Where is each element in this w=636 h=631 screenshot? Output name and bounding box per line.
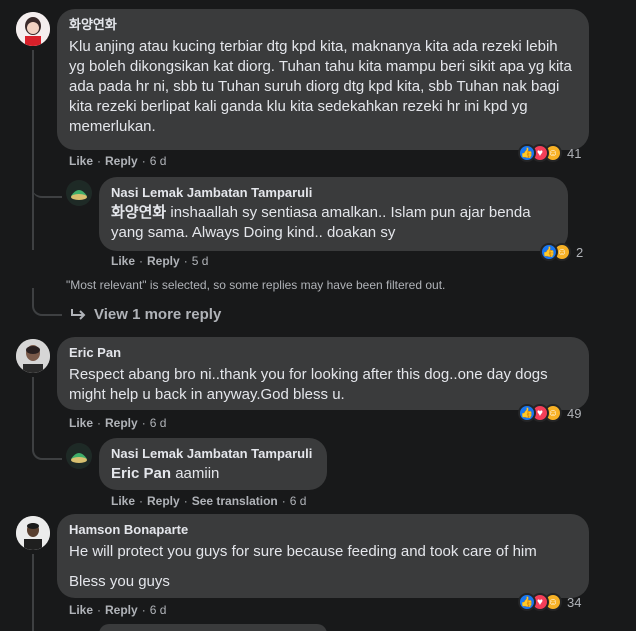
comment-text-line: He will protect you guys for sure becaus…	[69, 543, 537, 560]
comment-author[interactable]: Eric Pan	[69, 345, 577, 361]
separator: ·	[183, 494, 188, 508]
separator: ·	[97, 416, 102, 430]
thread-line	[32, 554, 34, 631]
like-button[interactable]: Like	[111, 254, 135, 268]
reply-author[interactable]: Nasi Lemak Jambatan Tamparuli	[111, 185, 556, 201]
reply-actions: Like · Reply · See translation · 6 d	[111, 494, 306, 508]
avatar-image	[66, 443, 92, 469]
reply-button[interactable]: Reply	[147, 254, 180, 268]
reply-text: Eric Pan aamiin	[111, 464, 315, 484]
reply-actions: Like · Reply · 5 d	[111, 254, 208, 268]
separator: ·	[139, 494, 144, 508]
like-reaction-icon: 👍	[518, 144, 536, 162]
thread-line	[32, 50, 34, 250]
thread-connector	[32, 178, 62, 198]
avatar[interactable]	[16, 339, 50, 373]
separator: ·	[141, 416, 146, 430]
separator: ·	[141, 154, 146, 168]
comment-actions: Like · Reply · 6 d	[69, 154, 166, 168]
comment-actions: Like · Reply · 6 d	[69, 603, 166, 617]
comment-text-line: Bless you guys	[69, 573, 170, 590]
reaction-count: 49	[567, 405, 582, 421]
reaction-count: 2	[576, 244, 584, 260]
thread-connector	[32, 436, 62, 460]
reply-button[interactable]: Reply	[105, 603, 138, 617]
comment-author[interactable]: 화양연화	[69, 17, 577, 33]
reaction-summary[interactable]: 👍 ♥ ☺ 34	[518, 593, 581, 611]
like-button[interactable]: Like	[69, 416, 93, 430]
reply-body: aamiin	[175, 465, 220, 482]
avatar-image	[16, 12, 50, 46]
timestamp[interactable]: 6 d	[150, 154, 167, 168]
separator: ·	[139, 254, 144, 268]
like-button[interactable]: Like	[111, 494, 135, 508]
comment-bubble: Eric Pan Respect abang bro ni..thank you…	[57, 337, 589, 410]
like-reaction-icon: 👍	[540, 243, 558, 261]
view-more-replies-button[interactable]: View 1 more reply	[70, 306, 221, 323]
comment-bubble: Hamson Bonaparte He will protect you guy…	[57, 514, 589, 598]
comment-text: Respect abang bro ni..thank you for look…	[69, 366, 548, 403]
thread-connector	[32, 288, 62, 316]
separator: ·	[97, 154, 102, 168]
timestamp[interactable]: 6 d	[290, 494, 307, 508]
avatar-image	[16, 516, 50, 550]
avatar[interactable]	[16, 516, 50, 550]
mention[interactable]: Eric Pan	[111, 465, 171, 482]
comment-author[interactable]: Hamson Bonaparte	[69, 522, 577, 538]
reply-text: 화양연화 inshaallah sy sentiasa amalkan.. Is…	[111, 203, 556, 243]
avatar-image	[66, 180, 92, 206]
filter-note: "Most relevant" is selected, so some rep…	[66, 278, 446, 292]
reply-button[interactable]: Reply	[105, 154, 138, 168]
avatar[interactable]	[66, 180, 92, 206]
separator: ·	[183, 254, 188, 268]
avatar[interactable]	[66, 443, 92, 469]
reply-bubble	[99, 624, 327, 631]
reaction-summary[interactable]: 👍 ☺ 2	[540, 243, 583, 261]
reply-arrow-icon	[71, 308, 86, 320]
reply-author[interactable]: Nasi Lemak Jambatan Tamparuli	[111, 446, 315, 462]
reaction-summary[interactable]: 👍 ♥ ☺ 41	[518, 144, 581, 162]
like-reaction-icon: 👍	[518, 593, 536, 611]
reply-body: inshaallah sy sentiasa amalkan.. Islam p…	[111, 204, 531, 241]
comment-bubble: 화양연화 Klu anjing atau kucing terbiar dtg …	[57, 9, 589, 150]
like-reaction-icon: 👍	[518, 404, 536, 422]
reply-button[interactable]: Reply	[147, 494, 180, 508]
like-button[interactable]: Like	[69, 603, 93, 617]
like-button[interactable]: Like	[69, 154, 93, 168]
reply-bubble: Nasi Lemak Jambatan Tamparuli Eric Pan a…	[99, 438, 327, 490]
reply-bubble: Nasi Lemak Jambatan Tamparuli 화양연화 insha…	[99, 177, 568, 251]
reply-button[interactable]: Reply	[105, 416, 138, 430]
timestamp[interactable]: 6 d	[150, 416, 167, 430]
mention[interactable]: 화양연화	[111, 204, 166, 221]
separator: ·	[141, 603, 146, 617]
timestamp[interactable]: 5 d	[192, 254, 209, 268]
separator: ·	[281, 494, 286, 508]
see-translation-button[interactable]: See translation	[192, 494, 278, 508]
separator: ·	[97, 603, 102, 617]
comment-actions: Like · Reply · 6 d	[69, 416, 166, 430]
view-more-replies-label: View 1 more reply	[94, 306, 222, 323]
comment-text: Klu anjing atau kucing terbiar dtg kpd k…	[69, 38, 572, 135]
reaction-summary[interactable]: 👍 ♥ ☺ 49	[518, 404, 581, 422]
timestamp[interactable]: 6 d	[150, 603, 167, 617]
avatar[interactable]	[16, 12, 50, 46]
reaction-count: 34	[567, 594, 582, 610]
avatar-image	[16, 339, 50, 373]
reaction-count: 41	[567, 145, 582, 161]
thread-line	[32, 377, 34, 437]
